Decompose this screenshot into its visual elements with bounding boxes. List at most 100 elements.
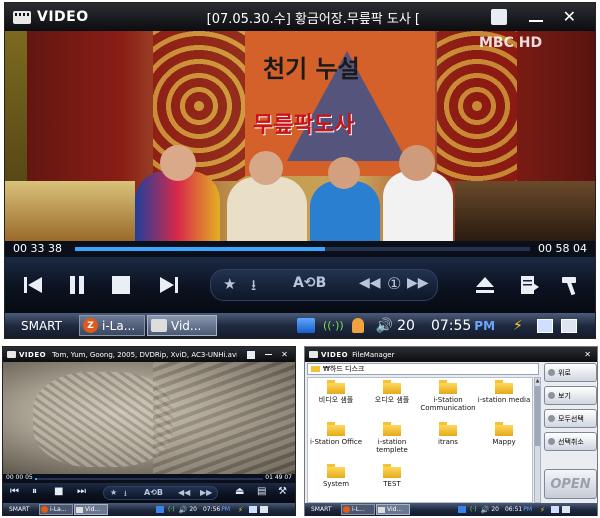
start-button[interactable]: SMART	[9, 506, 39, 513]
wifi-icon[interactable]: ((·))	[323, 319, 344, 332]
task-item-2[interactable]: Vid...	[376, 504, 410, 515]
video-frame[interactable]: 천기 누설 무릎팍도사 MBC HD	[5, 31, 595, 241]
volume-icon[interactable]: 🔊	[376, 318, 393, 334]
folder-label: itrans	[438, 438, 458, 446]
folder-item[interactable]: Mappy	[476, 422, 532, 462]
edit-icon[interactable]	[560, 318, 577, 333]
previous-track-button[interactable]: ⏮	[10, 486, 19, 497]
feature-pill: ★ ⭳ A⟲B ◀◀ ① ▶▶	[210, 269, 438, 301]
pause-button[interactable]	[63, 271, 91, 299]
folder-item[interactable]: itrans	[420, 422, 476, 462]
fast-forward-icon[interactable]: ▶▶	[200, 488, 212, 497]
seek-bar[interactable]	[35, 478, 263, 480]
network-icon[interactable]	[156, 506, 164, 513]
task-item-1[interactable]: i-L...	[341, 504, 375, 515]
task-item-2[interactable]: Vid...	[74, 504, 108, 515]
volume-icon[interactable]: 🔊	[481, 506, 490, 514]
stop-button[interactable]	[107, 271, 135, 299]
video-frame[interactable]	[3, 362, 295, 474]
battery-icon[interactable]	[351, 318, 364, 333]
start-button[interactable]: SMART	[21, 319, 79, 333]
rewind-icon[interactable]: ◀◀	[359, 275, 381, 291]
folder-item[interactable]: i-station media	[476, 380, 532, 420]
open-button[interactable]: OPEN	[544, 469, 597, 499]
speed-icon[interactable]: ①	[387, 274, 401, 293]
ab-end-label: B	[315, 275, 327, 291]
eject-button[interactable]: ⏏	[235, 486, 244, 497]
star-icon[interactable]: ★	[110, 488, 117, 497]
lightning-icon[interactable]: ⚡	[513, 318, 523, 334]
window-icon[interactable]	[550, 506, 559, 513]
task-item-label: Vid...	[387, 506, 403, 513]
playlist-icon[interactable]	[247, 350, 256, 359]
folder-label: 오디오 샘플	[374, 396, 410, 404]
ab-repeat-button[interactable]: A⟲B	[144, 488, 163, 497]
rewind-icon[interactable]: ◀◀	[178, 488, 190, 497]
eject-button[interactable]	[471, 271, 499, 299]
task-item-label: i-L...	[352, 506, 365, 513]
cancel-icon	[548, 438, 555, 445]
edit-icon[interactable]	[259, 506, 268, 513]
media-title: Tom, Yum, Goong, 2005, DVDRip, XviD, AC3…	[52, 350, 238, 359]
minimize-button[interactable]	[528, 20, 543, 22]
folder-item[interactable]: TEST	[364, 464, 420, 504]
star-icon[interactable]: ★	[223, 275, 236, 293]
view-button[interactable]: 보기	[544, 386, 597, 405]
settings-button[interactable]: ⚒	[278, 486, 287, 497]
close-button[interactable]: ✕	[281, 350, 288, 359]
title-bar: VIDEO FileManager ✕	[305, 347, 597, 362]
window-icon[interactable]	[536, 318, 553, 333]
volume-icon[interactable]: 🔊	[179, 506, 188, 514]
lightning-icon[interactable]: ⚡	[238, 506, 243, 514]
deselect-button[interactable]: 선택취소	[544, 432, 597, 451]
start-button[interactable]: SMART	[311, 506, 341, 513]
folder-item[interactable]: System	[308, 464, 364, 504]
folder-item[interactable]: i-Station Office	[308, 422, 364, 462]
pause-button[interactable]: ⏸	[32, 486, 37, 497]
path-bar[interactable]: ₩하드 디스크	[307, 363, 539, 375]
task-item-2[interactable]: Vid...	[147, 315, 217, 336]
eject-icon	[476, 277, 494, 293]
elapsed-time: 00 00 05	[6, 474, 33, 481]
close-button[interactable]: ✕	[563, 9, 576, 25]
seek-bar[interactable]	[75, 247, 530, 251]
wifi-icon[interactable]: (·)	[168, 506, 175, 513]
scrollbar[interactable]: ▲	[534, 377, 541, 503]
folder-item[interactable]: 비디오 샘플	[308, 380, 364, 420]
fast-forward-icon[interactable]: ▶▶	[407, 275, 429, 291]
minimize-button[interactable]	[265, 354, 273, 355]
close-button[interactable]: ✕	[584, 350, 591, 359]
playlist-button[interactable]	[515, 271, 543, 299]
folder-item[interactable]: i-station templete	[364, 422, 420, 462]
folder-item[interactable]: 오디오 샘플	[364, 380, 420, 420]
folder-icon	[327, 464, 345, 478]
next-track-button[interactable]: ⏭	[77, 486, 86, 497]
window-icon[interactable]	[248, 506, 257, 513]
lightning-icon[interactable]: ⚡	[540, 506, 545, 514]
folder-item[interactable]: i-Station Communication	[420, 380, 476, 420]
up-button[interactable]: 위로	[544, 363, 597, 382]
ab-repeat-button[interactable]: A⟲B	[293, 275, 326, 291]
bookmark-icon[interactable]: ⭳	[124, 488, 127, 502]
bookmark-icon[interactable]: ⭳	[251, 275, 256, 300]
previous-track-button[interactable]	[19, 271, 47, 299]
progress-area: 00 00 05 01 49 07	[3, 474, 295, 483]
playlist-button[interactable]: ▤	[257, 486, 266, 497]
folder-label: System	[322, 480, 350, 488]
control-bar: ★ ⭳ A⟲B ◀◀ ① ▶▶	[5, 257, 595, 313]
next-track-button[interactable]	[155, 271, 183, 299]
task-item-1[interactable]: Z i-La...	[79, 315, 145, 336]
folder-label: TEST	[383, 480, 401, 488]
select-all-button[interactable]: 모두선택	[544, 409, 597, 428]
wifi-icon[interactable]: (·)	[470, 506, 477, 513]
settings-button[interactable]	[557, 271, 585, 299]
folder-label: Mappy	[492, 438, 516, 446]
scroll-up-arrow[interactable]: ▲	[535, 378, 540, 384]
scroll-thumb[interactable]	[535, 386, 540, 446]
stop-button[interactable]: ■	[54, 486, 63, 497]
network-icon[interactable]	[458, 506, 466, 513]
network-icon[interactable]	[297, 318, 315, 333]
task-item-1[interactable]: i-La...	[39, 504, 73, 515]
edit-icon[interactable]	[561, 506, 570, 513]
playlist-icon[interactable]	[490, 9, 507, 25]
